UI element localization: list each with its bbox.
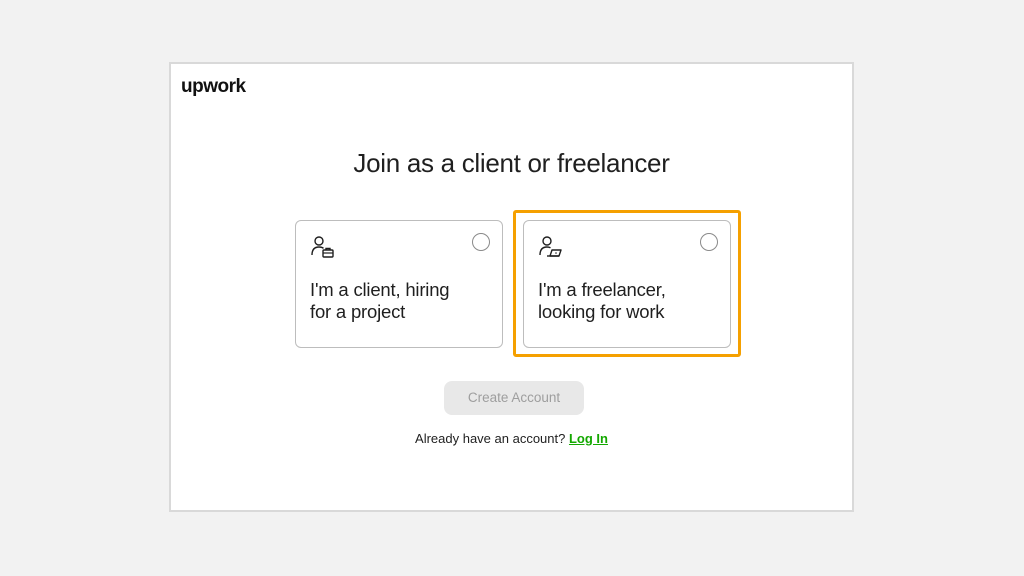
freelancer-option-label: I'm a freelancer, looking for work <box>538 279 718 323</box>
create-account-button[interactable]: Create Account <box>444 381 584 415</box>
freelancer-label-line2: looking for work <box>538 301 665 322</box>
signup-frame: upwork Join as a client or freelancer I'… <box>169 62 854 512</box>
freelancer-laptop-icon <box>539 236 562 257</box>
freelancer-radio-button[interactable] <box>700 233 718 251</box>
client-option-label: I'm a client, hiring for a project <box>310 279 490 323</box>
freelancer-label-line1: I'm a freelancer, <box>538 279 666 300</box>
upwork-logo[interactable]: upwork <box>181 76 246 98</box>
client-briefcase-icon <box>311 236 334 258</box>
log-in-link[interactable]: Log In <box>569 431 608 446</box>
client-label-line2: for a project <box>310 301 406 322</box>
login-prompt-text: Already have an account? <box>415 431 569 446</box>
client-label-line1: I'm a client, hiring <box>310 279 450 300</box>
client-option-card[interactable]: I'm a client, hiring for a project <box>295 220 503 348</box>
page-title: Join as a client or freelancer <box>353 148 670 178</box>
login-prompt-row: Already have an account? Log In <box>171 431 852 446</box>
freelancer-option-card[interactable]: I'm a freelancer, looking for work <box>523 220 731 348</box>
client-radio-button[interactable] <box>472 233 490 251</box>
